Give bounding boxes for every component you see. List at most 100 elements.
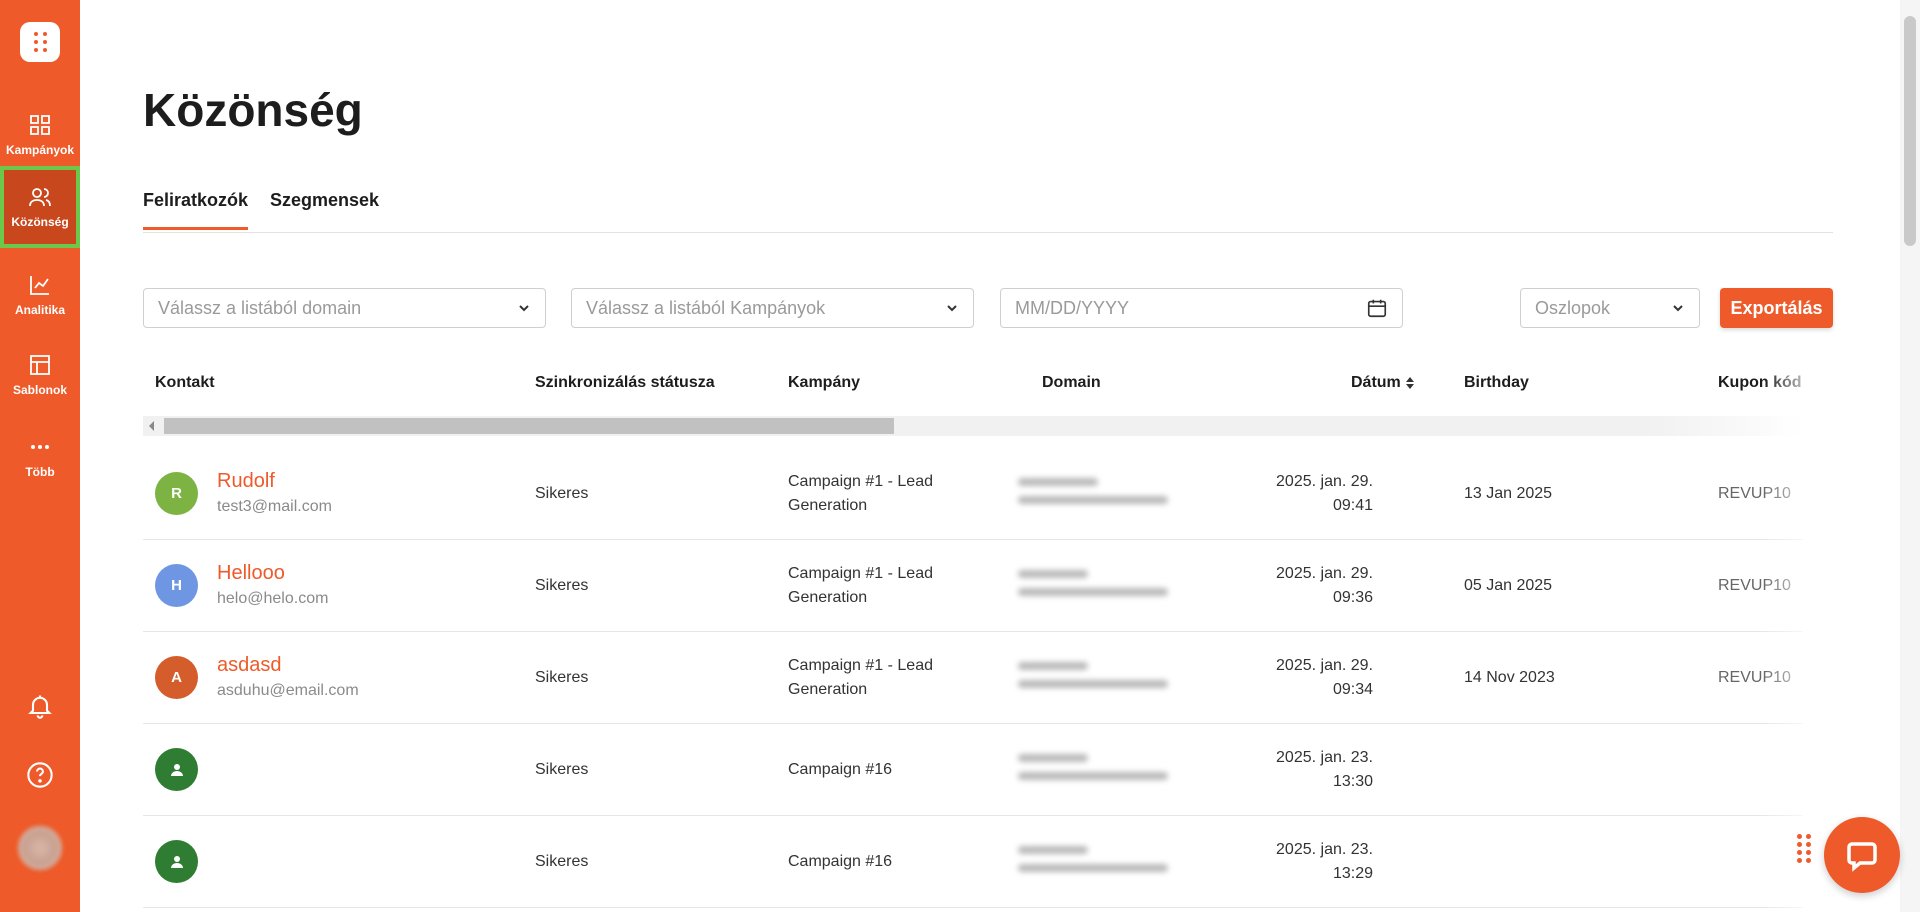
scrollbar-thumb[interactable] xyxy=(1904,16,1916,246)
column-header-birthday: Birthday xyxy=(1464,374,1529,391)
logo-dots-icon xyxy=(33,32,47,52)
campaign-line-2: Generation xyxy=(788,681,868,698)
coupon-value: REVUP10 xyxy=(1718,577,1791,594)
campaign-line-1: Campaign #1 - Lead xyxy=(788,473,933,490)
sidebar-item-tobb[interactable]: Több xyxy=(0,418,80,496)
contact-email: helo@helo.com xyxy=(217,590,329,607)
date-value: 2025. jan. 29. 09:36 xyxy=(1243,562,1373,610)
campaign-line-1: Campaign #1 - Lead xyxy=(788,657,933,674)
column-header-domain: Domain xyxy=(1042,374,1101,391)
campaign-select-placeholder: Válassz a listából Kampányok xyxy=(586,297,826,318)
grid-icon xyxy=(30,115,50,135)
sidebar-item-label: Analitika xyxy=(14,303,65,317)
campaign-line-2: Generation xyxy=(788,497,868,514)
sidebar-item-label: Közönség xyxy=(11,215,69,229)
date-line-1: 2025. jan. 23. xyxy=(1276,749,1373,766)
chevron-down-icon xyxy=(1673,305,1683,312)
sidebar-item-sablonok[interactable]: Sablonok xyxy=(0,336,80,414)
contact-avatar: R xyxy=(155,472,198,515)
table-row[interactable]: H Hellooo helo@helo.com Sikeres Campaign… xyxy=(143,540,1803,632)
sidebar-item-kozonseg[interactable]: Közönség xyxy=(0,166,80,248)
drag-handle-icon[interactable] xyxy=(1797,834,1811,863)
domain-select-placeholder: Válassz a listából domain xyxy=(158,297,362,318)
help-icon[interactable] xyxy=(26,761,54,789)
birthday-value: 13 Jan 2025 xyxy=(1464,485,1553,502)
campaign-name: Campaign #16 xyxy=(788,853,893,870)
scroll-left-icon[interactable] xyxy=(149,421,154,431)
table-row[interactable]: Sikeres Campaign #16 2025. jan. 23. 13:29 xyxy=(143,816,1803,908)
date-line-1: 2025. jan. 23. xyxy=(1276,841,1373,858)
date-line-2: 13:29 xyxy=(1332,865,1373,882)
sidebar-item-label: Több xyxy=(25,465,55,479)
sync-status: Sikeres xyxy=(535,485,589,502)
campaign-name: Campaign #1 - Lead Generation xyxy=(788,654,933,702)
contact-avatar: A xyxy=(155,656,198,699)
contact-avatar xyxy=(155,748,198,791)
date-value: 2025. jan. 23. 13:29 xyxy=(1243,838,1373,886)
tab-szegmensek[interactable]: Szegmensek xyxy=(270,190,379,227)
contact-email: asduhu@email.com xyxy=(217,682,359,699)
page-title: Közönség xyxy=(143,84,363,136)
contact-name[interactable]: asdasd xyxy=(217,654,282,677)
sidebar-item-analitika[interactable]: Analitika xyxy=(0,256,80,334)
tab-feliratkozok[interactable]: Feliratkozók xyxy=(143,190,249,230)
sync-status: Sikeres xyxy=(535,853,589,870)
sort-icon xyxy=(1405,377,1414,389)
sync-status: Sikeres xyxy=(535,577,589,594)
chevron-down-icon xyxy=(947,305,957,312)
contact-name[interactable]: Hellooo xyxy=(217,562,285,585)
table-row[interactable]: A asdasd asduhu@email.com Sikeres Campai… xyxy=(143,632,1803,724)
sync-status: Sikeres xyxy=(535,761,589,778)
domain-redacted xyxy=(1018,744,1168,804)
date-line-1: 2025. jan. 29. xyxy=(1276,565,1373,582)
birthday-value: 14 Nov 2023 xyxy=(1464,669,1555,686)
coupon-value: REVUP10 xyxy=(1718,485,1791,502)
sidebar-item-label: Sablonok xyxy=(12,383,67,397)
campaign-select[interactable]: Válassz a listából Kampányok xyxy=(571,288,974,328)
campaign-line-2: Generation xyxy=(788,589,868,606)
column-header-sync: Szinkronizálás státusza xyxy=(535,374,715,391)
contact-email: test3@mail.com xyxy=(217,498,332,515)
bell-icon[interactable] xyxy=(26,692,54,720)
sidebar-item-kampanyok[interactable]: Kampányok xyxy=(0,96,80,174)
avatar[interactable] xyxy=(18,826,62,870)
contact-name[interactable]: Rudolf xyxy=(217,470,275,493)
date-line-1: 2025. jan. 29. xyxy=(1276,473,1373,490)
column-header-date-label: Dátum xyxy=(1351,374,1401,391)
campaign-line-1: Campaign #1 - Lead xyxy=(788,565,933,582)
contact-avatar: H xyxy=(155,564,198,607)
domain-select[interactable]: Válassz a listából domain xyxy=(143,288,546,328)
calendar-icon[interactable] xyxy=(1366,297,1388,319)
users-icon xyxy=(29,188,51,207)
chart-icon xyxy=(30,276,49,295)
user-icon xyxy=(170,763,183,776)
domain-redacted xyxy=(1018,836,1168,896)
scrollbar-thumb[interactable] xyxy=(164,418,894,434)
column-header-date[interactable]: Dátum xyxy=(1351,374,1415,392)
more-icon xyxy=(31,445,49,449)
columns-select-placeholder: Oszlopok xyxy=(1535,297,1611,318)
campaign-name: Campaign #1 - Lead Generation xyxy=(788,562,933,610)
table-row[interactable]: R Rudolf test3@mail.com Sikeres Campaign… xyxy=(143,448,1803,540)
sidebar-item-label: Kampányok xyxy=(5,143,75,157)
user-icon xyxy=(170,855,183,868)
coupon-value: REVUP10 xyxy=(1718,669,1791,686)
layout-icon xyxy=(30,355,50,375)
date-line-2: 13:30 xyxy=(1332,773,1373,790)
date-input-placeholder: MM/DD/YYYY xyxy=(1015,297,1130,318)
contact-avatar xyxy=(155,840,198,883)
table-horizontal-scrollbar[interactable] xyxy=(143,416,1813,436)
page-vertical-scrollbar[interactable] xyxy=(1900,0,1920,912)
campaign-name: Campaign #16 xyxy=(788,761,893,778)
date-input[interactable]: MM/DD/YYYY xyxy=(1000,288,1403,328)
table-row[interactable]: Sikeres Campaign #16 2025. jan. 23. 13:30 xyxy=(143,724,1803,816)
date-value: 2025. jan. 29. 09:41 xyxy=(1243,470,1373,518)
chat-icon xyxy=(1847,842,1877,872)
export-button[interactable]: Exportálás xyxy=(1720,288,1833,328)
chat-button[interactable] xyxy=(1824,817,1900,893)
tabs: Feliratkozók Szegmensek xyxy=(143,190,1833,233)
sync-status: Sikeres xyxy=(535,669,589,686)
app-logo[interactable] xyxy=(20,22,60,62)
columns-select[interactable]: Oszlopok xyxy=(1520,288,1700,328)
date-value: 2025. jan. 23. 13:30 xyxy=(1243,746,1373,794)
